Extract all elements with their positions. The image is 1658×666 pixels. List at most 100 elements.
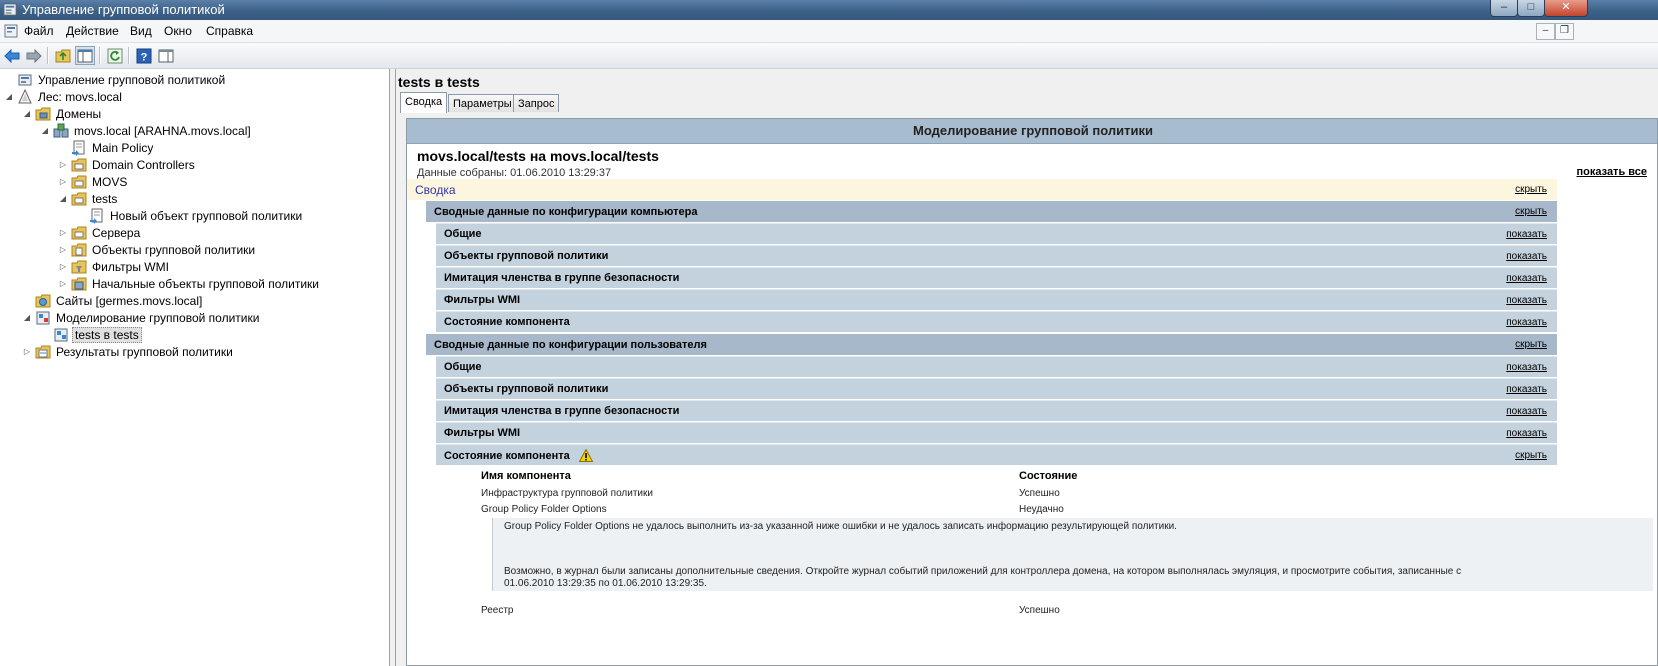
error-detail-line: 01.06.2010 13:29:35 по 01.06.2010 13:29:… (504, 578, 707, 589)
mdi-minimize-button[interactable]: – (1536, 23, 1555, 40)
menu-action[interactable]: Действие (66, 24, 119, 38)
window-titlebar: Управление групповой политикой – □ ✕ (0, 0, 1658, 20)
forward-button[interactable] (24, 46, 44, 65)
tree-expander[interactable]: ◢ (4, 92, 14, 101)
tab-settings[interactable]: Параметры (448, 94, 517, 112)
system-menu-icon[interactable] (3, 23, 19, 39)
tab-query[interactable]: Запрос (513, 94, 560, 112)
close-button[interactable]: ✕ (1544, 0, 1588, 17)
tree-item-label: Фильтры WMI (92, 259, 169, 274)
show-link[interactable]: показать (1506, 428, 1547, 439)
tree-item-movs[interactable]: ▷ MOVS (58, 173, 129, 190)
up-folder-icon (55, 49, 71, 63)
maximize-button[interactable]: □ (1517, 0, 1545, 17)
show-link[interactable]: показать (1506, 229, 1547, 240)
console-tree[interactable]: Управление групповой политикой ◢ Лес: mo… (0, 69, 390, 666)
menu-help[interactable]: Справка (206, 24, 253, 38)
tree-item-main-policy[interactable]: Main Policy (58, 139, 155, 156)
tree-expander[interactable]: ▷ (58, 262, 68, 271)
tree-expander[interactable]: ▷ (58, 279, 68, 288)
user-component-band: Состояние компонента скрыть (436, 444, 1557, 465)
show-link[interactable]: показать (1506, 362, 1547, 373)
tree-expander[interactable]: ▷ (58, 245, 68, 254)
back-button[interactable] (2, 46, 22, 65)
hide-link[interactable]: скрыть (1515, 450, 1547, 461)
show-all-link[interactable]: показать все (1577, 166, 1648, 178)
tree-item-servers[interactable]: ▷ Сервера (58, 224, 142, 241)
show-hide-tree-icon (77, 49, 93, 62)
computer-config-label: Сводные данные по конфигурации компьютер… (434, 205, 698, 218)
section-label: Фильтры WMI (444, 294, 521, 306)
component-name: Реестр (481, 605, 514, 616)
menu-window[interactable]: Окно (164, 24, 192, 38)
tree-expander[interactable]: ▷ (22, 347, 32, 356)
show-hide-tree-button[interactable] (75, 46, 95, 65)
tree-item-domain-controllers[interactable]: ▷ Domain Controllers (58, 156, 197, 173)
tree-item-modeling[interactable]: ◢ Моделирование групповой политики (22, 309, 261, 326)
show-link[interactable]: показать (1506, 406, 1547, 417)
tree-expander[interactable]: ▷ (58, 177, 68, 186)
section-label: Общие (444, 228, 482, 240)
tree-item-tests-in-tests[interactable]: tests в tests (40, 326, 142, 343)
tree-item-label: Сервера (92, 225, 141, 240)
section-label: Имитация членства в группе безопасности (444, 272, 680, 284)
computer-config-hide-link[interactable]: скрыть (1515, 206, 1547, 217)
sites-icon (35, 294, 51, 307)
starter-gpo-icon (71, 277, 87, 290)
tree-item-gpo-objects[interactable]: ▷ Объекты групповой политики (58, 241, 257, 258)
tree-item-results[interactable]: ▷ Результаты групповой политики (22, 343, 235, 360)
show-link[interactable]: показать (1506, 251, 1547, 262)
tree-item-domains[interactable]: ◢ Домены (22, 105, 103, 122)
show-link[interactable]: показать (1506, 273, 1547, 284)
user-config-hide-link[interactable]: скрыть (1515, 339, 1547, 350)
component-state: Неудачно (1019, 504, 1064, 515)
tree-item-label: Моделирование групповой политики (56, 310, 260, 325)
tree-item-forest[interactable]: ◢ Лес: movs.local (4, 88, 124, 105)
help-button[interactable]: ? (134, 46, 154, 65)
summary-hide-link[interactable]: скрыть (1515, 184, 1547, 195)
tree-expander[interactable]: ◢ (22, 313, 32, 322)
menu-file[interactable]: Файл (24, 24, 54, 38)
mdi-restore-button[interactable]: ❐ (1555, 23, 1574, 40)
gpo-folder-icon (71, 243, 87, 256)
ou-icon (71, 175, 87, 188)
report-header: Моделирование групповой политики (407, 119, 1657, 144)
report-title: movs.local/tests на movs.local/tests (417, 148, 659, 164)
tree-expander[interactable]: ◢ (22, 109, 32, 118)
show-link[interactable]: показать (1506, 295, 1547, 306)
user-general-band: Общие показать (436, 356, 1557, 377)
section-label: Имитация членства в группе безопасности (444, 405, 680, 417)
warning-icon (579, 449, 594, 463)
tree-expander[interactable]: ▷ (58, 228, 68, 237)
user-config-label: Сводные данные по конфигурации пользоват… (434, 338, 707, 351)
wmi-folder-icon (71, 260, 87, 273)
tree-item-sites[interactable]: Сайты [germes.movs.local] (22, 292, 204, 309)
tree-expander[interactable]: ◢ (40, 126, 50, 135)
tree-item-starter-gpos[interactable]: ▷ Начальные объекты групповой политики (58, 275, 321, 292)
report-view[interactable]: Моделирование групповой политики movs.lo… (406, 118, 1658, 666)
component-name: Group Policy Folder Options (481, 504, 607, 515)
tree-item-root[interactable]: Управление групповой политикой (4, 71, 227, 88)
tree-expander[interactable]: ◢ (58, 194, 68, 203)
tab-summary[interactable]: Сводка (400, 92, 448, 113)
collected-date: Данные собраны: 01.06.2010 13:29:37 (417, 167, 612, 179)
gpm-root-icon (18, 74, 32, 85)
tree-item-new-gpo[interactable]: Новый объект групповой политики (76, 207, 304, 224)
show-link[interactable]: показать (1506, 384, 1547, 395)
tree-item-domain[interactable]: ◢ movs.local [ARAHNA.movs.local] (40, 122, 253, 139)
tree-item-label: Результаты групповой политики (56, 344, 233, 359)
menu-view[interactable]: Вид (130, 24, 152, 38)
minimize-button[interactable]: – (1490, 0, 1518, 17)
refresh-button[interactable] (105, 46, 125, 65)
tree-item-tests[interactable]: ◢ tests (58, 190, 119, 207)
computer-gpo-band: Объекты групповой политики показать (436, 245, 1557, 266)
tree-expander[interactable]: ▷ (58, 160, 68, 169)
up-level-button[interactable] (53, 46, 73, 65)
gpo-link-icon (90, 208, 103, 224)
tree-item-wmi-filters[interactable]: ▷ Фильтры WMI (58, 258, 171, 275)
ou-icon (71, 226, 87, 239)
component-state-label-wrap: Состояние компонента (444, 448, 594, 463)
action-pane-button[interactable] (156, 46, 176, 65)
computer-wmi-band: Фильтры WMI показать (436, 289, 1557, 310)
show-link[interactable]: показать (1506, 317, 1547, 328)
